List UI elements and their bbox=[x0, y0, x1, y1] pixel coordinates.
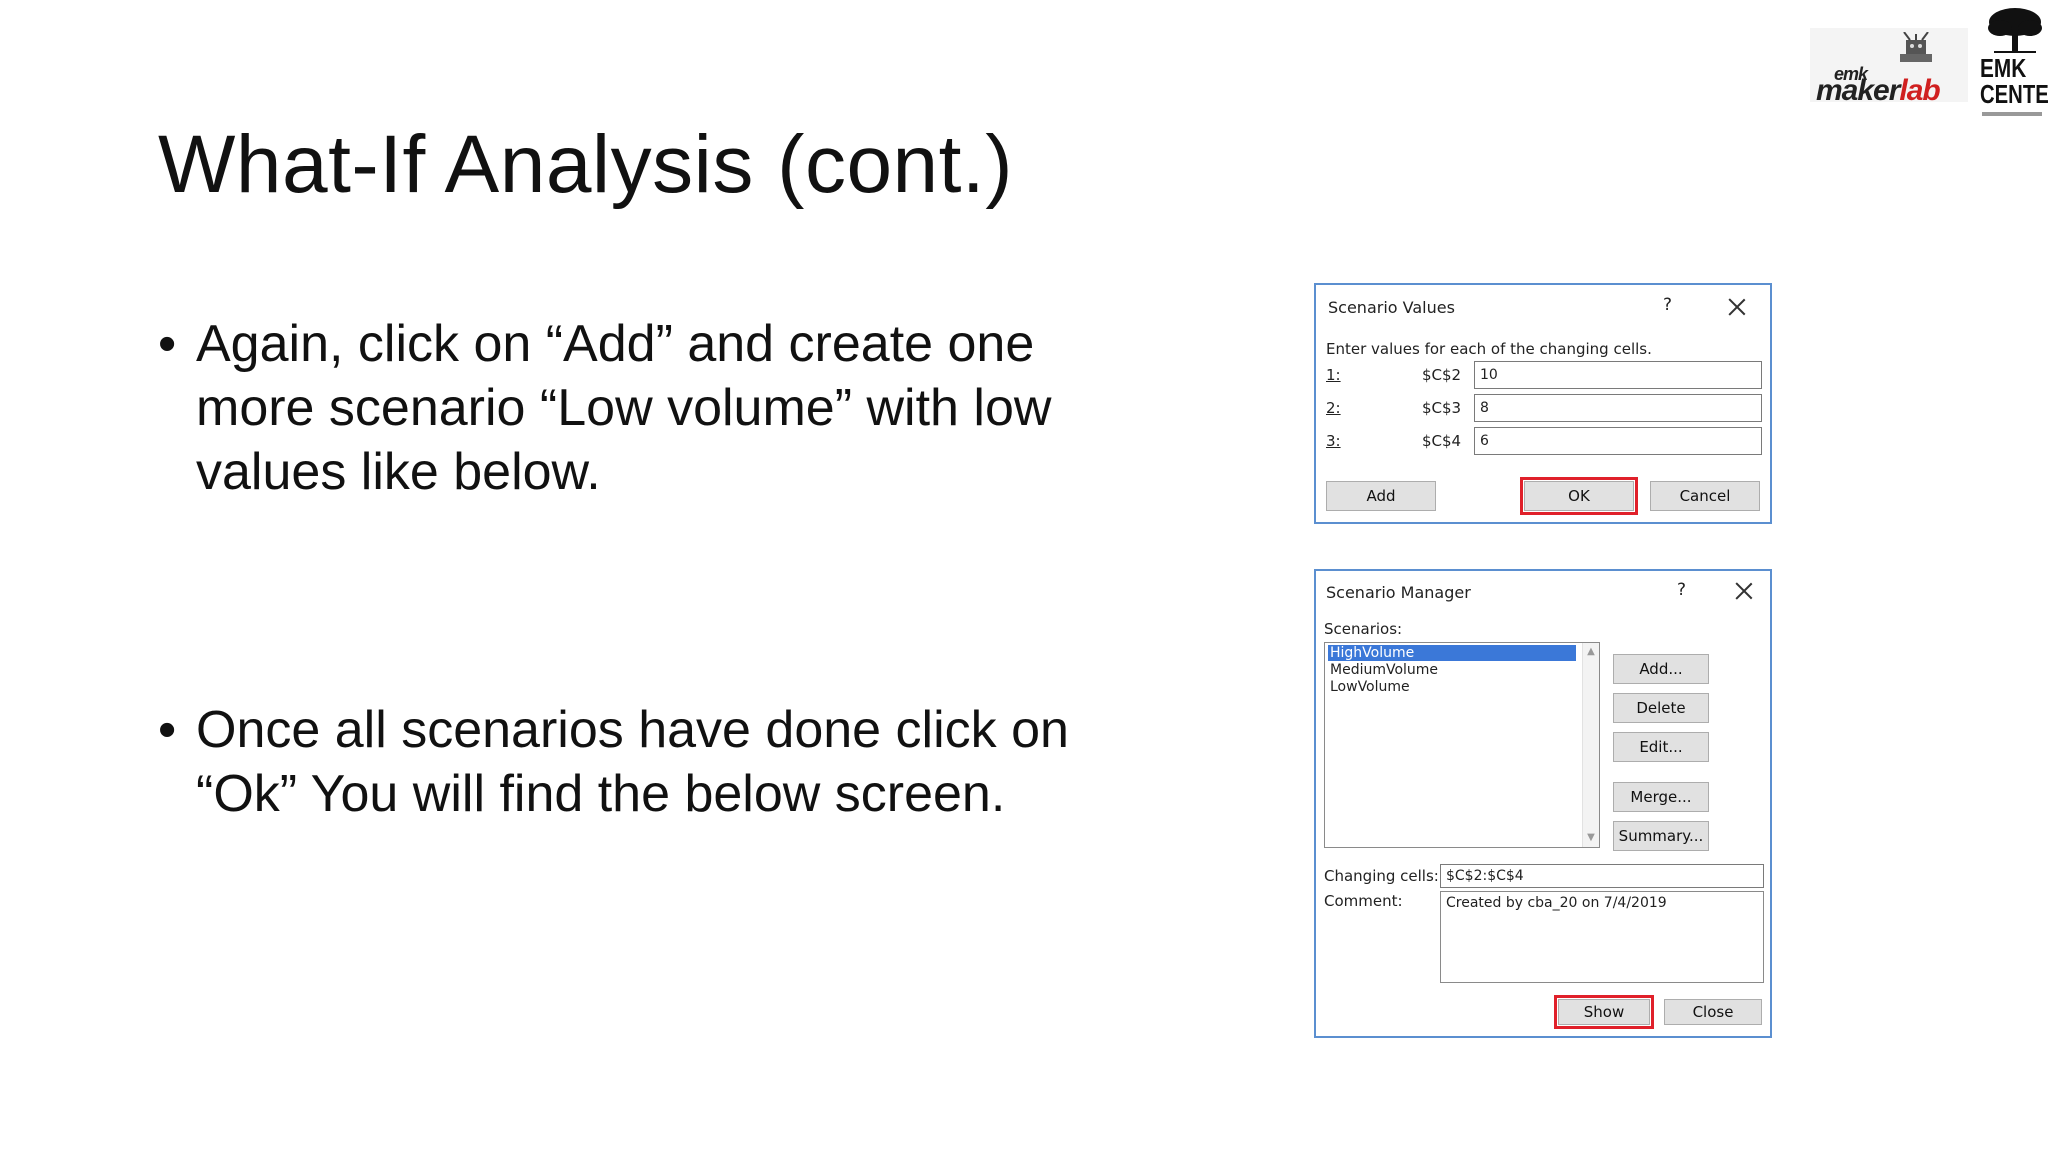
list-item[interactable]: LowVolume bbox=[1328, 679, 1576, 695]
emk-logo-line1: EMK bbox=[1980, 53, 2027, 83]
help-button[interactable]: ? bbox=[1677, 580, 1686, 600]
list-item[interactable]: HighVolume bbox=[1328, 645, 1576, 661]
makerlab-logo: emk makerlab bbox=[1810, 28, 1968, 107]
delete-button[interactable]: Delete bbox=[1613, 693, 1709, 723]
row-index: 2: bbox=[1326, 399, 1341, 417]
changing-cells-label: Changing cells: bbox=[1324, 867, 1439, 885]
cell-reference: $C$4 bbox=[1422, 432, 1462, 450]
show-button[interactable]: Show bbox=[1554, 995, 1654, 1029]
makerlab-logo-text: makerlab bbox=[1816, 74, 1941, 107]
help-button[interactable]: ? bbox=[1663, 295, 1672, 315]
instructions-text: Enter values for each of the changing ce… bbox=[1326, 340, 1652, 358]
close-icon[interactable] bbox=[1735, 582, 1753, 600]
cell-reference: $C$2 bbox=[1422, 366, 1462, 384]
value-input-2[interactable]: 8 bbox=[1474, 394, 1762, 422]
add-button[interactable]: Add... bbox=[1613, 654, 1709, 684]
value-input-3[interactable]: 6 bbox=[1474, 427, 1762, 455]
comment-label: Comment: bbox=[1324, 892, 1403, 910]
list-scrollbar[interactable]: ▲ ▼ bbox=[1582, 643, 1599, 847]
emk-logo-line2: CENTER bbox=[1980, 79, 2048, 109]
row-index: 3: bbox=[1326, 432, 1341, 450]
bullet-item: • Again, click on “Add” and create one m… bbox=[158, 312, 1118, 504]
slide-title: What-If Analysis (cont.) bbox=[158, 119, 1014, 210]
bullet-text: Again, click on “Add” and create one mor… bbox=[196, 315, 1052, 501]
tree-icon bbox=[1988, 8, 2042, 53]
scroll-down-icon[interactable]: ▼ bbox=[1586, 833, 1596, 843]
scenario-manager-dialog: Scenario Manager ? Scenarios: HighVolume… bbox=[1314, 569, 1772, 1038]
edit-button[interactable]: Edit... bbox=[1613, 732, 1709, 762]
close-button[interactable]: Close bbox=[1664, 999, 1762, 1025]
scenarios-label: Scenarios: bbox=[1324, 620, 1403, 638]
changing-cells-field: $C$2:$C$4 bbox=[1440, 864, 1764, 888]
bullet-item: • Once all scenarios have done click on … bbox=[158, 698, 1118, 826]
bullet-marker: • bbox=[158, 315, 177, 373]
scenarios-list[interactable]: HighVolume MediumVolume LowVolume ▲ ▼ bbox=[1324, 642, 1600, 848]
dialog-title: Scenario Manager bbox=[1326, 583, 1471, 602]
close-icon[interactable] bbox=[1728, 298, 1746, 316]
dialog-title: Scenario Values bbox=[1328, 298, 1455, 317]
cancel-button[interactable]: Cancel bbox=[1650, 481, 1760, 511]
value-input-1[interactable]: 10 bbox=[1474, 361, 1762, 389]
row-index: 1: bbox=[1326, 366, 1341, 384]
list-item[interactable]: MediumVolume bbox=[1328, 662, 1576, 678]
summary-button[interactable]: Summary... bbox=[1613, 821, 1709, 851]
add-button[interactable]: Add bbox=[1326, 481, 1436, 511]
emk-center-logo: EMK CENTER bbox=[1978, 6, 2048, 118]
emk-logo-tagline bbox=[1982, 112, 2042, 116]
scenario-values-dialog: Scenario Values ? Enter values for each … bbox=[1314, 283, 1772, 524]
merge-button[interactable]: Merge... bbox=[1613, 782, 1709, 812]
robot-icon bbox=[1900, 32, 1932, 62]
bullet-text: Once all scenarios have done click on “O… bbox=[196, 701, 1069, 823]
bullet-marker: • bbox=[158, 701, 177, 759]
scroll-up-icon[interactable]: ▲ bbox=[1586, 647, 1596, 657]
ok-button[interactable]: OK bbox=[1520, 477, 1638, 515]
cell-reference: $C$3 bbox=[1422, 399, 1462, 417]
comment-field: Created by cba_20 on 7/4/2019 bbox=[1440, 891, 1764, 983]
